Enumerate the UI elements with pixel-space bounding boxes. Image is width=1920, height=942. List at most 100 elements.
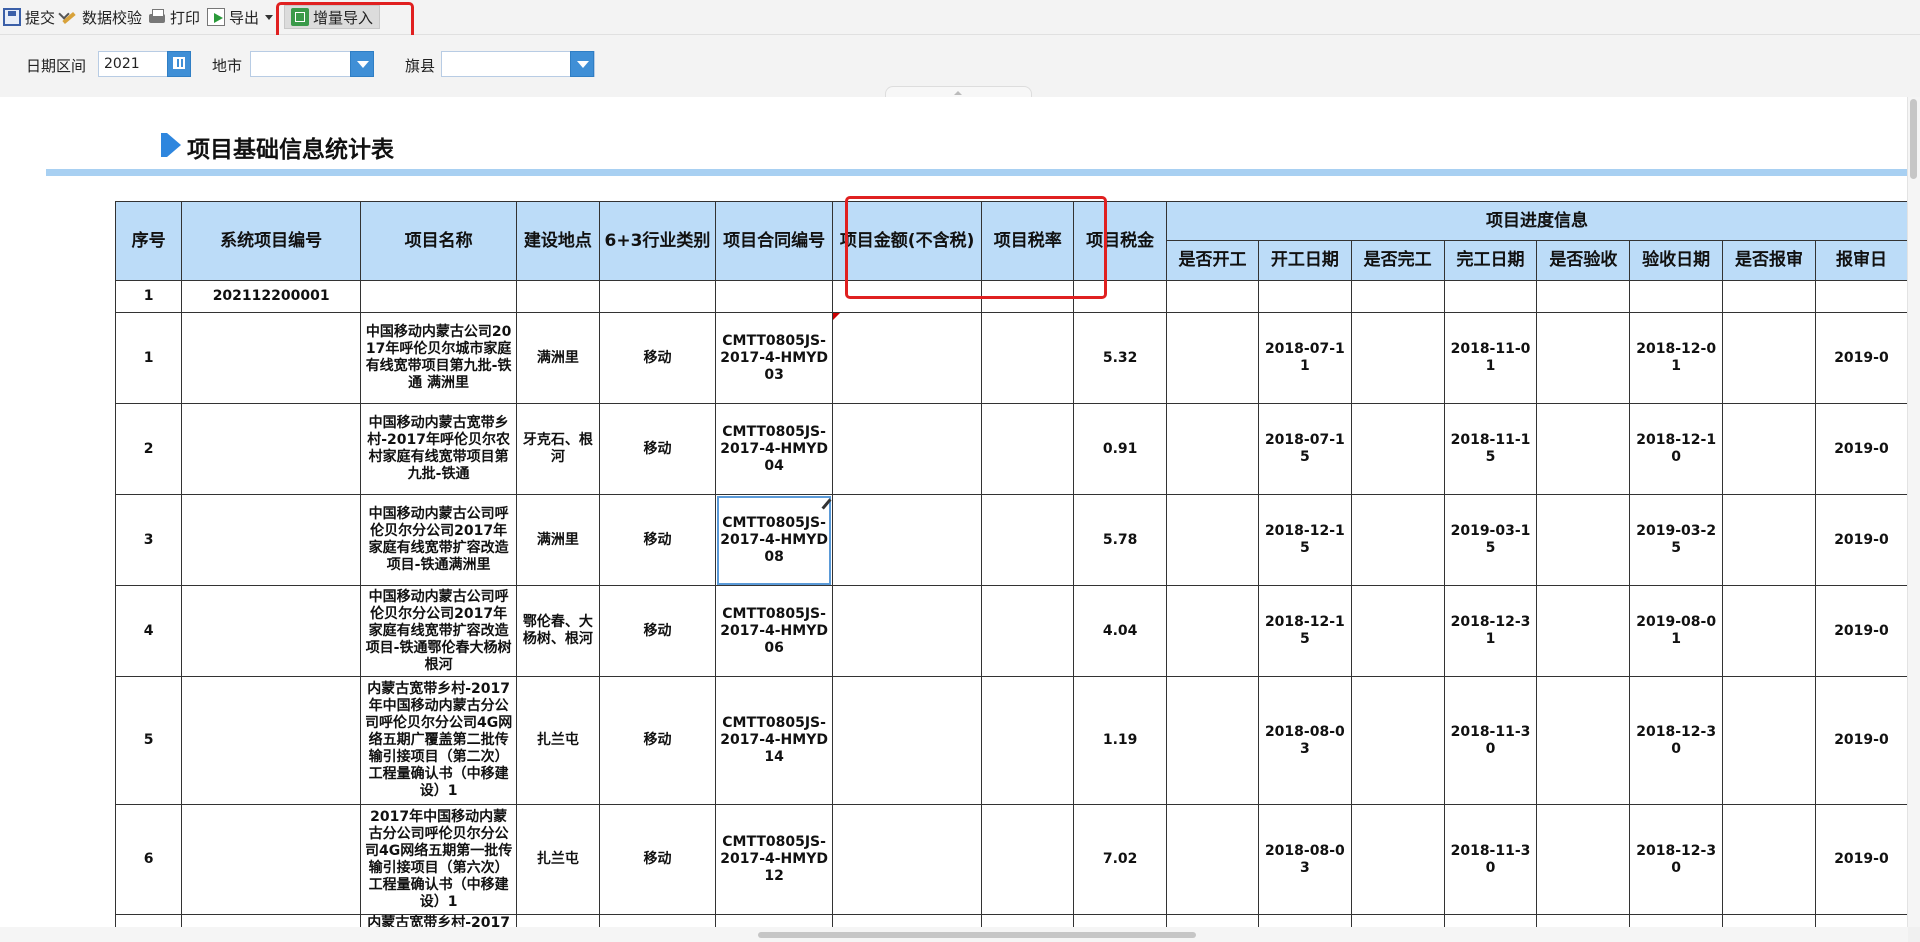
cell-industry[interactable]: 移动 [598, 312, 717, 404]
cell-seq[interactable]: 1 [114, 280, 183, 313]
cell-reported[interactable] [1722, 403, 1816, 495]
cell-start-date[interactable]: 2018-08-03 [1257, 676, 1352, 805]
cell-reported[interactable] [1722, 585, 1816, 677]
cell-tax-rate[interactable] [981, 403, 1075, 495]
cell-completed[interactable] [1350, 280, 1445, 313]
cell-complete-date[interactable]: 2018-12-31 [1443, 585, 1538, 677]
cell-start-date[interactable]: 2018-07-11 [1257, 312, 1352, 404]
cell-sys-no[interactable] [181, 494, 362, 586]
cell-name[interactable] [360, 280, 518, 313]
cell-amount[interactable] [831, 676, 983, 805]
cell-industry[interactable]: 移动 [598, 676, 717, 805]
cell-accept-date[interactable] [1629, 280, 1724, 313]
cell-tax[interactable]: 5.32 [1073, 312, 1168, 404]
cell-name[interactable]: 中国移动内蒙古公司呼伦贝尔分公司2017年家庭有线宽带扩容改造项目-铁通满洲里 [360, 494, 518, 586]
cell-started[interactable] [1166, 804, 1259, 915]
city-dropdown-icon[interactable] [350, 51, 374, 77]
cell-accept-date[interactable]: 2018-12-01 [1629, 312, 1724, 404]
cell-sys-no[interactable] [181, 914, 362, 927]
cell-industry[interactable] [598, 280, 717, 313]
cell-tax-rate[interactable] [981, 676, 1075, 805]
cell-tax[interactable]: 7.02 [1073, 804, 1168, 915]
cell-start-date[interactable]: 2018-12-15 [1257, 585, 1352, 677]
cell-started[interactable] [1166, 494, 1259, 586]
horizontal-scrollbar-thumb[interactable] [758, 932, 1196, 938]
cell-contract-no[interactable]: CMTT0805JS-2017-4-HMYD06 [715, 585, 833, 677]
cell-accept-date[interactable]: 2018-12-30 [1629, 804, 1724, 915]
cell-industry[interactable] [598, 914, 717, 927]
cell-report-date[interactable]: 2019-0 [1814, 312, 1908, 404]
cell-amount[interactable] [831, 914, 983, 927]
cell-completed[interactable] [1350, 914, 1445, 927]
cell-industry[interactable]: 移动 [598, 804, 717, 915]
cell-tax-rate[interactable] [981, 585, 1075, 677]
cell-accept-date[interactable]: 2018-12-30 [1629, 676, 1724, 805]
cell-location[interactable]: 满洲里 [516, 494, 600, 586]
cell-amount[interactable] [831, 312, 983, 404]
cell-tax[interactable]: 5.78 [1073, 494, 1168, 586]
cell-sys-no[interactable] [181, 403, 362, 495]
cell-location[interactable]: 扎兰屯 [516, 804, 600, 915]
cell-start-date[interactable]: 2018-12-15 [1257, 494, 1352, 586]
cell-seq[interactable]: 1 [114, 312, 183, 404]
cell-completed[interactable] [1350, 403, 1445, 495]
cell-started[interactable] [1166, 312, 1259, 404]
pencil-icon[interactable] [821, 498, 832, 510]
cell-accepted[interactable] [1536, 804, 1631, 915]
cell-name[interactable]: 中国移动内蒙古公司呼伦贝尔分公司2017年家庭有线宽带扩容改造项目-铁通鄂伦春大… [360, 585, 518, 677]
cell-location[interactable]: 鄂伦春、大杨树、根河 [516, 585, 600, 677]
cell-contract-no[interactable]: CMTT0805JS-2017-4-HMYD03 [715, 312, 833, 404]
cell-completed[interactable] [1350, 804, 1445, 915]
cell-sys-no[interactable] [181, 585, 362, 677]
cell-industry[interactable]: 移动 [598, 494, 717, 586]
cell-name[interactable]: 2017年中国移动内蒙古分公司呼伦贝尔分公司4G网络五期第一批传输引接项目（第六… [360, 804, 518, 915]
cell-amount[interactable] [831, 804, 983, 915]
cell-accepted[interactable] [1536, 280, 1631, 313]
cell-tax-rate[interactable] [981, 914, 1075, 927]
cell-started[interactable] [1166, 676, 1259, 805]
cell-started[interactable] [1166, 403, 1259, 495]
cell-tax[interactable]: 0.91 [1073, 403, 1168, 495]
cell-tax[interactable]: 1.19 [1073, 676, 1168, 805]
cell-accepted[interactable] [1536, 914, 1631, 927]
cell-complete-date[interactable]: 2018-11-30 [1443, 676, 1538, 805]
cell-reported[interactable] [1722, 280, 1816, 313]
cell-report-date[interactable]: 2019-0 [1814, 676, 1908, 805]
cell-report-date[interactable]: 2019-0 [1814, 804, 1908, 915]
cell-complete-date[interactable]: 2018-11-15 [1443, 403, 1538, 495]
cell-complete-date[interactable]: 2018-11-30 [1443, 804, 1538, 915]
cell-sys-no[interactable] [181, 676, 362, 805]
chevron-down-icon[interactable] [265, 14, 274, 20]
cell-contract-no[interactable] [715, 280, 833, 313]
cell-accepted[interactable] [1536, 585, 1631, 677]
cell-reported[interactable] [1722, 676, 1816, 805]
cell-location[interactable] [516, 280, 600, 313]
cell-accept-date[interactable]: 2019-08-01 [1629, 585, 1724, 677]
print-button[interactable]: 打印 [148, 5, 200, 29]
cell-amount[interactable] [831, 494, 983, 586]
cell-location[interactable]: 牙克石、根河 [516, 403, 600, 495]
cell-report-date[interactable]: 2019-0 [1814, 494, 1908, 586]
submit-button[interactable]: 提交 [3, 5, 55, 29]
cell-completed[interactable] [1350, 676, 1445, 805]
cell-accept-date[interactable] [1629, 914, 1724, 927]
cell-accept-date[interactable]: 2019-03-25 [1629, 494, 1724, 586]
cell-started[interactable] [1166, 280, 1259, 313]
cell-contract-no[interactable] [715, 914, 833, 927]
cell-sys-no[interactable]: 202112200001 [181, 280, 362, 313]
cell-tax-rate[interactable] [981, 804, 1075, 915]
cell-sys-no[interactable] [181, 312, 362, 404]
cell-accepted[interactable] [1536, 676, 1631, 805]
vertical-scrollbar-thumb[interactable] [1910, 99, 1917, 179]
cell-start-date[interactable] [1257, 280, 1352, 313]
cell-name[interactable]: 中国移动内蒙古公司2017年呼伦贝尔城市家庭有线宽带项目第九批-铁通 满洲里 [360, 312, 518, 404]
cell-report-date[interactable]: 2019-0 [1814, 403, 1908, 495]
cell-contract-no[interactable]: CMTT0805JS-2017-4-HMYD04 [715, 403, 833, 495]
cell-accepted[interactable] [1536, 494, 1631, 586]
cell-contract-no[interactable]: CMTT0805JS-2017-4-HMYD12 [715, 804, 833, 915]
cell-seq[interactable] [114, 914, 183, 927]
cell-tax[interactable]: 4.04 [1073, 585, 1168, 677]
horizontal-scrollbar[interactable] [0, 927, 1908, 942]
city-select[interactable] [250, 51, 352, 77]
export-button[interactable]: 导出 [207, 5, 274, 29]
